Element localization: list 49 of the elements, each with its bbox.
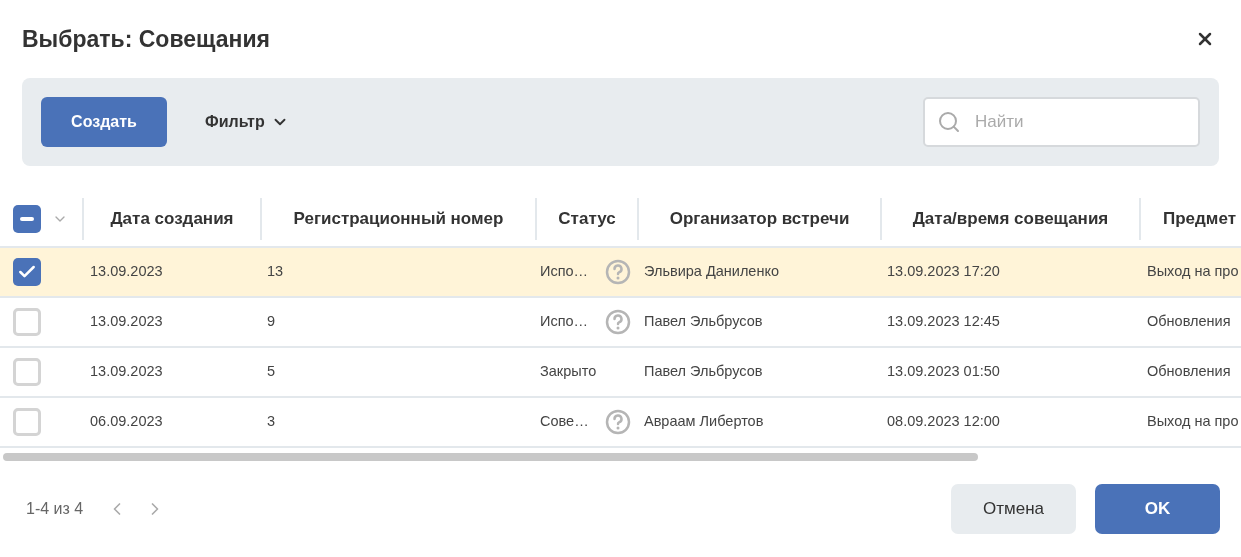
minus-icon bbox=[20, 216, 34, 221]
scrollbar[interactable] bbox=[3, 453, 978, 461]
table-cell-text: 13.09.2023 bbox=[90, 312, 163, 332]
help-icon[interactable] bbox=[605, 409, 631, 435]
table-cell-text: Испо… bbox=[540, 262, 589, 282]
table-cell-text: 9 bbox=[267, 312, 276, 332]
table-row[interactable]: 13.09.2023 13 Испо… Эльвира Даниленко 13.09.2023 17:20 Выход на про bbox=[0, 248, 1241, 298]
table-cell-text: Испо… bbox=[540, 312, 589, 332]
cancel-button[interactable]: Отмена bbox=[951, 484, 1076, 534]
table-cell-text: Авраам Либертов bbox=[644, 412, 764, 432]
table-cell-text: 13.09.2023 01:50 bbox=[887, 362, 1000, 382]
table-cell-text: 13 bbox=[267, 262, 284, 282]
table-cell-text: 13.09.2023 bbox=[90, 362, 163, 382]
help-icon[interactable] bbox=[605, 309, 631, 335]
column-header[interactable]: Регистрационный номер bbox=[293, 205, 504, 232]
table-cell-text: Павел Эльбрусов bbox=[644, 362, 763, 382]
filter-button[interactable]: Фильтр bbox=[205, 110, 289, 134]
pagination-label: 1-4 из 4 bbox=[26, 499, 84, 519]
table-cell-text: Закрыто bbox=[540, 362, 597, 382]
column-header[interactable]: Дата создания bbox=[110, 205, 234, 232]
table-cell-text: 5 bbox=[267, 362, 276, 382]
table-cell-text: Обновления bbox=[1147, 312, 1231, 332]
column-header[interactable]: Статус bbox=[558, 205, 616, 232]
search-field[interactable]: Найти bbox=[923, 97, 1200, 147]
table-cell-text: Сове… bbox=[540, 412, 589, 432]
dialog-title: Выбрать: Совещания bbox=[22, 24, 270, 54]
table-cell-text: 06.09.2023 bbox=[90, 412, 163, 432]
table-cell-text: Выход на про bbox=[1147, 262, 1239, 282]
checkbox[interactable] bbox=[13, 308, 41, 336]
create-button[interactable]: Создать bbox=[41, 97, 167, 147]
checkbox[interactable] bbox=[13, 204, 41, 233]
table-cell-text: Павел Эльбрусов bbox=[644, 312, 763, 332]
table-cell-text: 13.09.2023 17:20 bbox=[887, 262, 1000, 282]
table-cell-text: 08.09.2023 12:00 bbox=[887, 412, 1000, 432]
ok-button[interactable]: OK bbox=[1095, 484, 1220, 534]
checkbox[interactable] bbox=[13, 408, 41, 436]
column-header[interactable]: Предмет bbox=[1163, 205, 1236, 232]
table-cell-text: 3 bbox=[267, 412, 276, 432]
help-icon[interactable] bbox=[605, 259, 631, 285]
checkbox[interactable] bbox=[13, 258, 41, 286]
table-cell-text: 13.09.2023 bbox=[90, 262, 163, 282]
table-cell-text: 13.09.2023 12:45 bbox=[887, 312, 1000, 332]
table-cell-text: Обновления bbox=[1147, 362, 1231, 382]
search-icon bbox=[937, 110, 961, 134]
table-cell-text: Выход на про bbox=[1147, 412, 1239, 432]
column-header[interactable]: Организатор встречи bbox=[669, 205, 850, 232]
column-header[interactable]: Дата/время совещания bbox=[912, 205, 1109, 232]
table-cell-text: Эльвира Даниленко bbox=[644, 262, 779, 282]
checkbox[interactable] bbox=[13, 358, 41, 386]
